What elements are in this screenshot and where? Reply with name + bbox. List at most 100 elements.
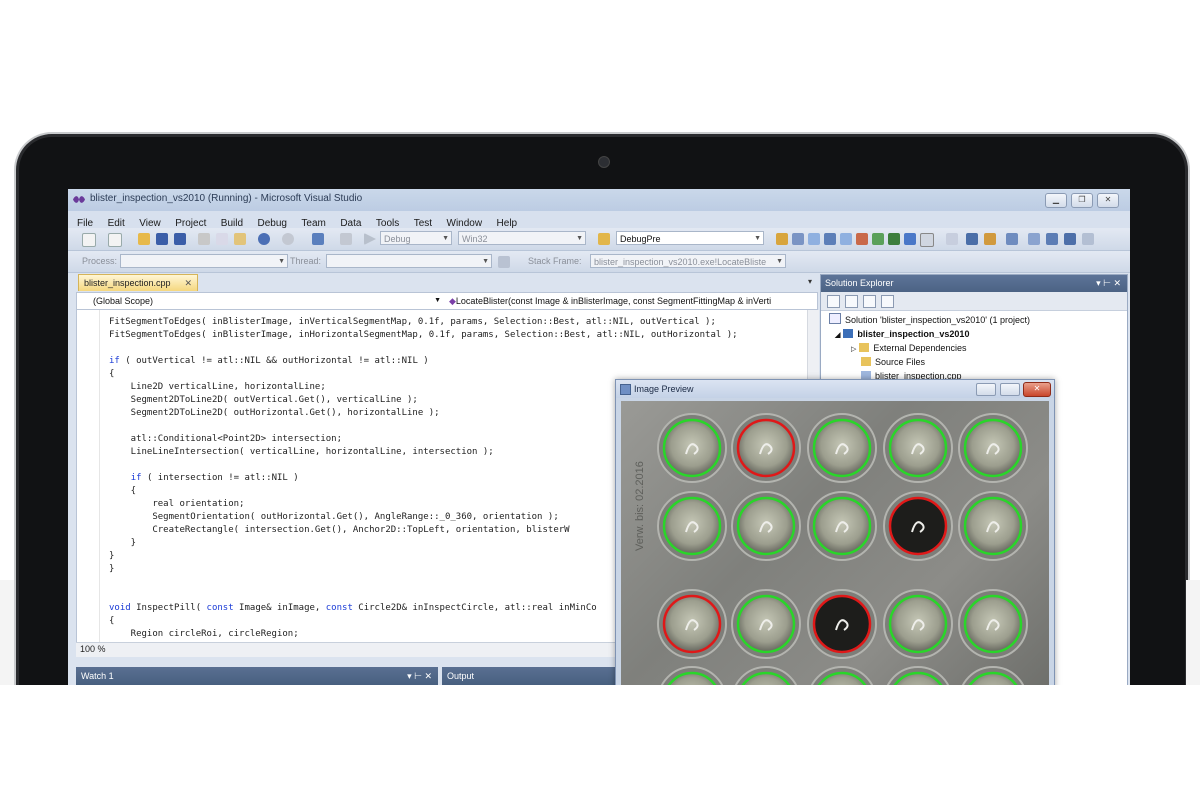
code-line[interactable]: FitSegmentToEdges( inBlisterImage, inHor… <box>109 329 738 342</box>
save-icon[interactable] <box>156 233 168 245</box>
properties-icon[interactable] <box>827 295 840 308</box>
debug-location-toolbar: Process: ▼ Thread: ▼ Stack Frame: bliste… <box>68 251 1130 273</box>
solution-tree: Solution 'blister_inspection_vs2010' (1 … <box>829 313 1030 383</box>
tree-item-source-files[interactable]: Source Files <box>829 355 1030 369</box>
image-preview-title-bar[interactable]: Image Preview ✕ <box>616 380 1054 398</box>
solution-explorer-toolbar <box>821 292 1127 311</box>
tool-icon[interactable] <box>1006 233 1018 245</box>
scope-combo[interactable]: (Global Scope) ▼ <box>93 294 441 308</box>
thread-label: Thread: <box>290 256 322 266</box>
redo-icon[interactable] <box>282 233 294 245</box>
tool-icon[interactable] <box>1064 233 1076 245</box>
tool-icon[interactable] <box>920 233 934 247</box>
image-preview-title: Image Preview <box>634 384 694 394</box>
find-in-files-icon[interactable] <box>598 233 610 245</box>
page-background <box>0 685 1200 800</box>
tool-icon[interactable] <box>1082 233 1094 245</box>
stack-frame-label: Stack Frame: <box>528 256 582 266</box>
tool-icon[interactable] <box>904 233 916 245</box>
background-band <box>0 580 14 690</box>
pill-ok-marker <box>657 413 727 483</box>
tool-icon[interactable] <box>984 233 996 245</box>
navigate-icon[interactable] <box>312 233 324 245</box>
preview-window-icon <box>620 384 631 395</box>
tree-item-solution[interactable]: Solution 'blister_inspection_vs2010' (1 … <box>829 313 1030 327</box>
tab-label: blister_inspection.cpp <box>84 278 171 288</box>
toggle-icon[interactable] <box>498 256 510 268</box>
thread-combo[interactable]: ▼ <box>326 254 492 268</box>
zoom-level[interactable]: 100 % <box>80 644 106 654</box>
close-button[interactable]: ✕ <box>1097 193 1119 208</box>
tool-icon[interactable] <box>824 233 836 245</box>
tool-icon[interactable] <box>872 233 884 245</box>
preview-close-button[interactable]: ✕ <box>1023 382 1051 397</box>
tree-item-external-dependencies[interactable]: ▷ External Dependencies <box>829 341 1030 355</box>
tool-icon[interactable] <box>792 233 804 245</box>
pill-ok-marker <box>958 413 1028 483</box>
pill-defect-marker <box>657 589 727 659</box>
code-line[interactable] <box>109 342 738 355</box>
method-icon: ◆ <box>449 296 456 306</box>
show-all-files-icon[interactable] <box>845 295 858 308</box>
title-bar: blister_inspection_vs2010 (Running) - Mi… <box>68 189 1130 211</box>
tool-icon[interactable] <box>856 233 868 245</box>
tool-icon[interactable] <box>946 233 958 245</box>
pill-ok-marker <box>883 413 953 483</box>
editor-gutter <box>77 310 100 642</box>
pill-ok-marker <box>883 589 953 659</box>
debug-combo[interactable]: DebugPre ▼ <box>616 231 764 245</box>
refresh-icon[interactable] <box>863 295 876 308</box>
pill-ok-marker <box>731 589 801 659</box>
undo-icon[interactable] <box>258 233 270 245</box>
pill-ok-marker <box>958 589 1028 659</box>
folder-icon <box>861 357 871 366</box>
panel-controls-icon[interactable]: ▾ ⊢ ✕ <box>1096 275 1121 292</box>
preview-minimize-button[interactable] <box>976 383 996 396</box>
member-combo[interactable]: ◆LocateBlister(const Image & inBlisterIm… <box>449 294 809 308</box>
tab-dropdown-icon[interactable]: ▾ <box>808 277 812 286</box>
preview-maximize-button[interactable] <box>1000 383 1020 396</box>
restore-button[interactable]: ❐ <box>1071 193 1093 208</box>
process-combo[interactable]: ▼ <box>120 254 288 268</box>
close-tab-icon[interactable]: ✕ <box>184 275 192 292</box>
paste-icon[interactable] <box>234 233 246 245</box>
tree-item-project[interactable]: ◢ blister_inspection_vs2010 <box>829 327 1030 341</box>
comment-icon[interactable] <box>340 233 352 245</box>
tab-blister-inspection-cpp[interactable]: blister_inspection.cpp ✕ <box>78 274 198 291</box>
open-file-icon[interactable] <box>138 233 150 245</box>
platform-combo[interactable]: Win32 ▼ <box>458 231 586 245</box>
tool-icon[interactable] <box>966 233 978 245</box>
tool-icon[interactable] <box>840 233 852 245</box>
tool-icon[interactable] <box>888 233 900 245</box>
add-item-icon[interactable] <box>108 233 122 247</box>
blister-pack-photo: Verw. bis: 02.2016 <box>634 413 1028 690</box>
tool-icon[interactable] <box>1028 233 1040 245</box>
pill-defect-marker <box>883 491 953 561</box>
cut-icon[interactable] <box>198 233 210 245</box>
start-debug-icon[interactable] <box>364 233 376 245</box>
webcam-icon <box>598 156 610 168</box>
solution-icon <box>829 313 841 324</box>
minimize-button[interactable]: ▁ <box>1045 193 1067 208</box>
copy-icon[interactable] <box>216 233 228 245</box>
save-all-icon[interactable] <box>174 233 186 245</box>
code-line[interactable]: if ( outVertical != atl::NIL && outHoriz… <box>109 355 738 368</box>
pill-ok-marker <box>958 491 1028 561</box>
tool-icon[interactable] <box>776 233 788 245</box>
image-preview-window[interactable]: Image Preview ✕ Verw. bis: 02.2016 <box>615 379 1055 691</box>
tool-icon[interactable] <box>1046 233 1058 245</box>
view-class-diagram-icon[interactable] <box>881 295 894 308</box>
process-label: Process: <box>82 256 118 266</box>
standard-toolbar: Debug ▼ Win32 ▼ DebugPre ▼ <box>68 228 1130 251</box>
new-project-icon[interactable] <box>82 233 96 247</box>
watch-panel-header[interactable]: Watch 1 ▾ ⊢ ✕ <box>76 667 438 685</box>
pill-defect-marker <box>807 589 877 659</box>
folder-icon <box>859 343 870 352</box>
code-line[interactable]: FitSegmentToEdges( inBlisterImage, inVer… <box>109 316 738 329</box>
blister-imprint-text: Verw. bis: 02.2016 <box>634 461 646 551</box>
pill-ok-marker <box>657 491 727 561</box>
tool-icon[interactable] <box>808 233 820 245</box>
solution-config-combo[interactable]: Debug ▼ <box>380 231 452 245</box>
stack-frame-combo[interactable]: blister_inspection_vs2010.exe!LocateBlis… <box>590 254 786 268</box>
pill-ok-marker <box>807 413 877 483</box>
